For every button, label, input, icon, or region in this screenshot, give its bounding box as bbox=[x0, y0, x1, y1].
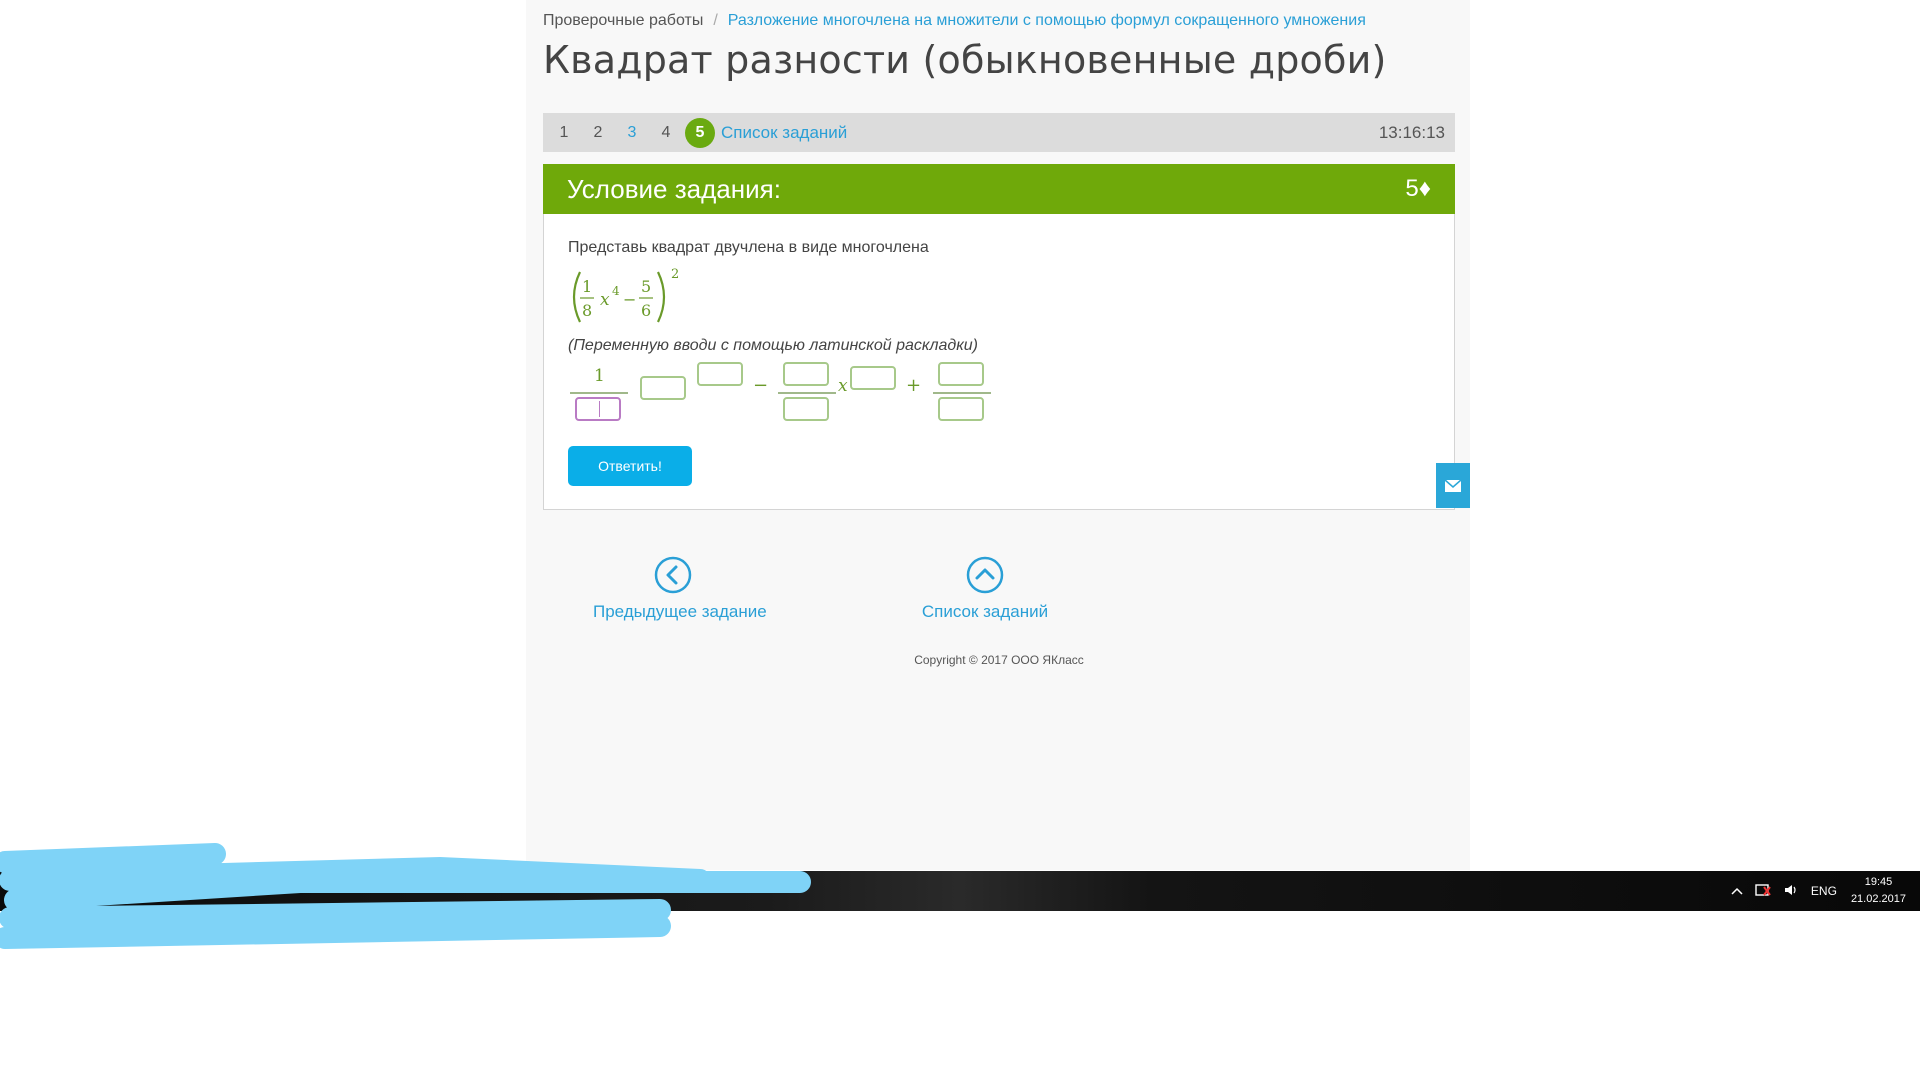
task-list-bottom-link[interactable]: Список заданий bbox=[905, 556, 1065, 622]
task-number-5-current[interactable]: 5 bbox=[685, 117, 715, 148]
frac2-denominator: 6 bbox=[641, 301, 651, 320]
network-icon[interactable] bbox=[1755, 883, 1771, 900]
formula-svg: 1 8 x 4 − 5 6 2 bbox=[572, 267, 679, 323]
task-body: Представь квадрат двучлена в виде многоч… bbox=[543, 214, 1455, 510]
formula-outer-exponent: 2 bbox=[671, 267, 679, 282]
bottom-navigation: Предыдущее задание Список заданий bbox=[543, 556, 1455, 626]
formula-variable: x bbox=[600, 290, 610, 310]
answer-variable: x bbox=[838, 376, 848, 396]
copyright: Copyright © 2017 ООО ЯКласс bbox=[914, 653, 1084, 667]
answer-term1-exponent-input[interactable] bbox=[697, 362, 743, 386]
frac1-denominator: 8 bbox=[582, 301, 592, 320]
answer-term2-denominator-input[interactable] bbox=[783, 397, 829, 421]
breadcrumb-parent[interactable]: Проверочные работы bbox=[543, 12, 703, 29]
input-hint: (Переменную вводи с помощью латинской ра… bbox=[568, 337, 978, 354]
chevron-left-icon[interactable] bbox=[654, 556, 692, 594]
page-title: Квадрат разности (обыкновенные дроби) bbox=[543, 38, 1387, 82]
answer-term2-exponent-input[interactable] bbox=[850, 366, 896, 390]
task-prompt: Представь квадрат двучлена в виде многоч… bbox=[568, 239, 929, 256]
answer-term1-numerator: 1 bbox=[594, 366, 605, 386]
answer-plus-sign: + bbox=[906, 375, 922, 396]
task-navigation: 1 2 3 4 5 Список заданий 13:16:13 bbox=[543, 113, 1455, 152]
frac2-numerator: 5 bbox=[641, 277, 651, 296]
answer-term1-denominator-input[interactable] bbox=[575, 397, 621, 421]
volume-icon[interactable] bbox=[1783, 883, 1799, 900]
chevron-up-icon[interactable] bbox=[966, 556, 1004, 594]
breadcrumb: Проверочные работы / Разложение многочлена… bbox=[543, 12, 1366, 30]
answer-term3-numerator-input[interactable] bbox=[938, 362, 984, 386]
task-number-4[interactable]: 4 bbox=[651, 118, 681, 148]
formula-exponent: 4 bbox=[612, 284, 620, 298]
mail-icon bbox=[1444, 478, 1462, 492]
task-header: Условие задания: 5♦ bbox=[543, 164, 1455, 214]
task-number-2[interactable]: 2 bbox=[583, 118, 613, 148]
left-paren bbox=[572, 271, 581, 323]
frac1-numerator: 1 bbox=[582, 277, 592, 296]
clock-date: 21.02.2017 bbox=[1850, 893, 1906, 905]
language-indicator[interactable]: ENG bbox=[1811, 884, 1837, 898]
task-list-bottom-label[interactable]: Список заданий bbox=[905, 602, 1065, 622]
text-cursor bbox=[599, 401, 600, 417]
breadcrumb-current[interactable]: Разложение многочлена на множители с пом… bbox=[728, 12, 1366, 29]
answer-minus-sign: − bbox=[753, 375, 769, 396]
submit-answer-button[interactable]: Ответить! bbox=[568, 446, 692, 486]
answer-term2-fraction-line bbox=[778, 392, 836, 394]
feedback-button[interactable] bbox=[1436, 463, 1470, 508]
right-paren bbox=[657, 271, 666, 323]
task-number-1[interactable]: 1 bbox=[549, 118, 579, 148]
answer-term2-numerator-input[interactable] bbox=[783, 362, 829, 386]
answer-term3-denominator-input[interactable] bbox=[938, 397, 984, 421]
breadcrumb-separator: / bbox=[713, 12, 718, 29]
task-header-title: Условие задания: bbox=[567, 173, 781, 204]
formula-minus: − bbox=[623, 290, 636, 309]
timer: 13:16:13 bbox=[1378, 122, 1445, 142]
redaction-scribble bbox=[0, 843, 811, 949]
previous-task-label[interactable]: Предыдущее задание bbox=[593, 602, 767, 622]
answer-expression: 1 − x + bbox=[568, 362, 1008, 434]
task-list-link[interactable]: Список заданий bbox=[721, 123, 847, 143]
clock[interactable]: 19:45 21.02.2017 bbox=[1851, 874, 1906, 908]
clock-time: 19:45 bbox=[1864, 876, 1893, 888]
answer-term1-fraction-line bbox=[570, 392, 628, 394]
answer-term1-variable-input[interactable] bbox=[640, 376, 686, 400]
tray-up-icon[interactable] bbox=[1731, 884, 1743, 898]
task-formula: 1 8 x 4 − 5 6 2 bbox=[568, 262, 708, 332]
answer-term3-fraction-line bbox=[933, 392, 991, 394]
task-points: 5♦ bbox=[1405, 175, 1431, 202]
previous-task-link[interactable]: Предыдущее задание bbox=[593, 556, 767, 622]
task-number-3[interactable]: 3 bbox=[617, 118, 647, 148]
system-tray: ENG 19:45 21.02.2017 bbox=[1719, 871, 1906, 911]
